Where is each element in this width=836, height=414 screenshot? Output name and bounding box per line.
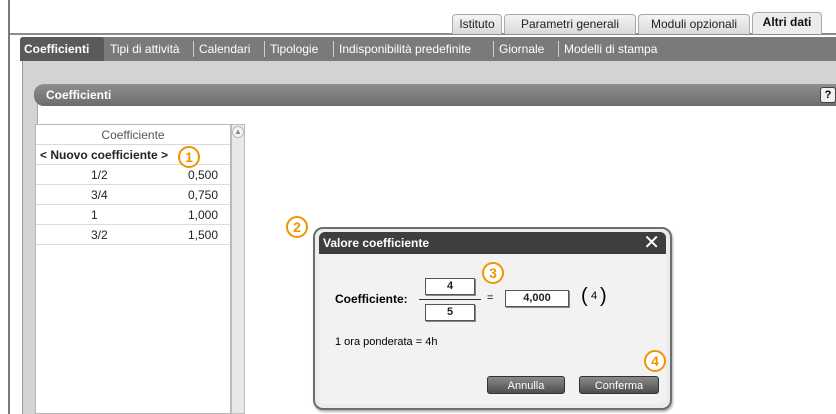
coefficients-table: Coefficiente < Nuovo coefficiente > 1/2 0…: [35, 124, 231, 414]
fraction-cell: 1/2: [91, 168, 108, 182]
tab-parametri-generali[interactable]: Parametri generali: [504, 14, 636, 34]
top-tab-bar: Istituto Parametri generali Moduli opzio…: [0, 12, 836, 35]
confirm-button[interactable]: Conferma: [579, 376, 659, 394]
help-icon[interactable]: ?: [820, 87, 836, 103]
paren-close: ): [600, 285, 607, 307]
subtab-tipologie[interactable]: Tipologie: [266, 37, 322, 61]
table-row[interactable]: 3/4 0,750: [36, 185, 230, 205]
section-header: Coefficienti ?: [34, 84, 836, 106]
equals-sign: =: [487, 292, 494, 304]
coefficient-dialog: Valore coefficiente ✕ Coefficiente: 4 5 …: [313, 227, 672, 410]
fraction-cell: 1: [91, 208, 98, 222]
dialog-titlebar: Valore coefficiente ✕: [319, 232, 666, 254]
tab-separator: [193, 41, 194, 57]
tab-altri-dati[interactable]: Altri dati: [752, 12, 822, 34]
table-row[interactable]: 3/2 1,500: [36, 225, 230, 245]
denominator-input[interactable]: 5: [425, 304, 475, 321]
numerator-input[interactable]: 4: [425, 278, 475, 295]
weighted-hour-note: 1 ora ponderata = 4h: [335, 336, 438, 348]
value-cell: 1,000: [187, 208, 218, 222]
value-cell: 0,750: [187, 188, 218, 202]
cancel-button[interactable]: Annulla: [487, 376, 565, 394]
tab-separator: [264, 41, 265, 57]
marker-1: 1: [178, 146, 200, 168]
table-row[interactable]: 1/2 0,500: [36, 165, 230, 185]
subtab-indisponibilita-predefinite[interactable]: Indisponibilità predefinite: [335, 37, 475, 61]
subtab-modelli-di-stampa[interactable]: Modelli di stampa: [560, 37, 661, 61]
section-title: Coefficienti: [46, 88, 112, 102]
fraction-cell: 3/2: [91, 228, 108, 242]
table-row[interactable]: 1 1,000: [36, 205, 230, 225]
result-field: 4,000: [505, 290, 569, 307]
subtab-tipi-di-attivita[interactable]: Tipi di attività: [106, 37, 184, 61]
tab-separator: [558, 41, 559, 57]
value-cell: 0,500: [187, 168, 218, 182]
paren-value: 4: [591, 290, 598, 302]
coefficient-label: Coefficiente:: [335, 292, 408, 306]
tab-istituto[interactable]: Istituto: [452, 14, 502, 34]
subtab-coefficienti[interactable]: Coefficienti: [20, 37, 104, 61]
sub-tab-bar: Coefficienti Tipi di attività Calendari …: [20, 37, 836, 61]
fraction-line: [419, 299, 481, 300]
new-coefficient-row[interactable]: < Nuovo coefficiente >: [36, 145, 230, 165]
window-left-border: [8, 0, 10, 414]
tab-separator: [333, 41, 334, 57]
dialog-title: Valore coefficiente: [323, 236, 430, 250]
value-cell: 1,500: [187, 228, 218, 242]
table-scrollbar[interactable]: ▲: [231, 124, 245, 414]
tab-moduli-opzionali[interactable]: Moduli opzionali: [638, 14, 750, 34]
marker-2: 2: [286, 216, 308, 238]
scroll-up-icon[interactable]: ▲: [232, 126, 244, 138]
column-header-coefficiente: Coefficiente: [36, 125, 230, 145]
marker-3: 3: [482, 262, 504, 284]
subtab-giornale[interactable]: Giornale: [495, 37, 548, 61]
marker-4: 4: [644, 350, 666, 372]
tab-separator: [493, 41, 494, 57]
close-icon[interactable]: ✕: [643, 232, 660, 254]
fraction-cell: 3/4: [91, 188, 108, 202]
subtab-calendari[interactable]: Calendari: [195, 37, 254, 61]
paren-open: (: [581, 285, 588, 307]
new-coefficient-label: < Nuovo coefficiente >: [40, 148, 169, 162]
